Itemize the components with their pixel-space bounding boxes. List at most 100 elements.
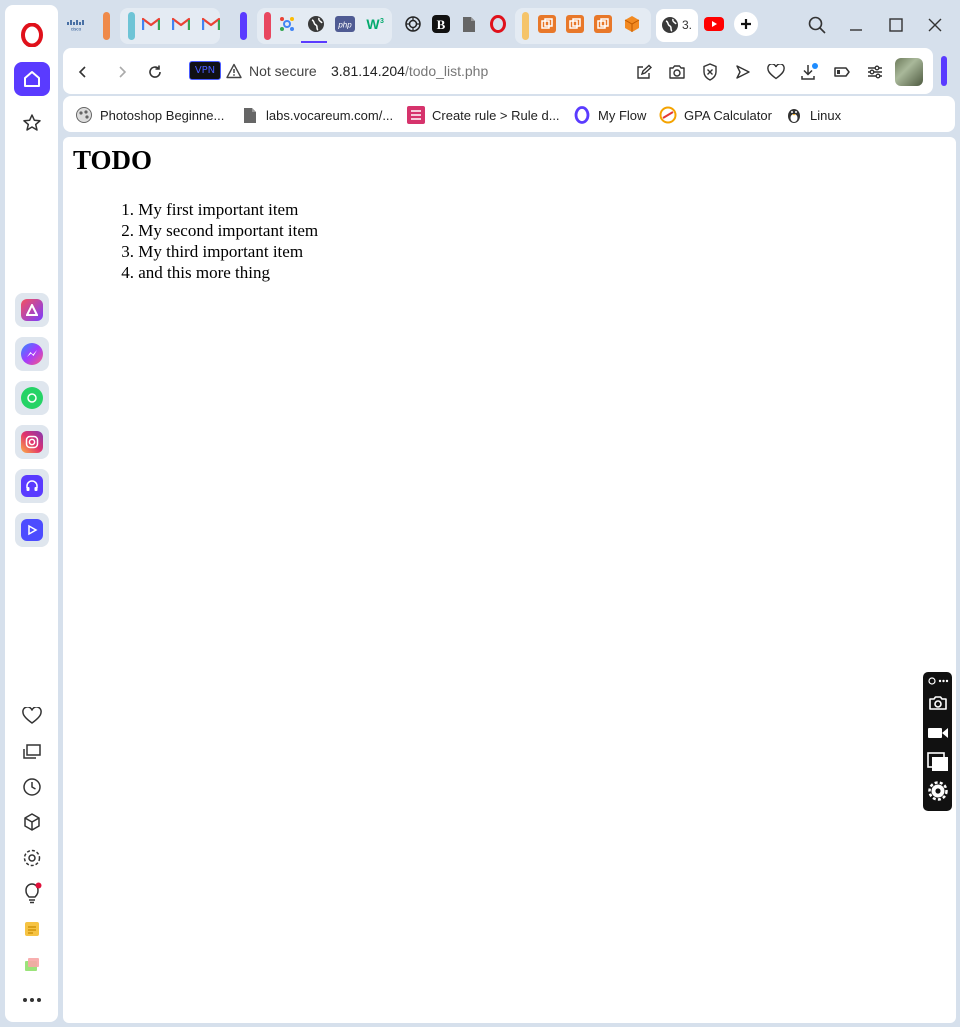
new-tab-plus-icon[interactable] xyxy=(734,12,758,36)
messenger-icon[interactable] xyxy=(15,337,49,371)
instagram-icon[interactable] xyxy=(15,425,49,459)
list-number: 2. xyxy=(121,221,134,240)
bookmark-label: labs.vocareum.com/... xyxy=(266,107,394,123)
svg-text:php: php xyxy=(337,21,352,30)
window-capture-icon[interactable] xyxy=(926,751,949,773)
tab-island-marker[interactable] xyxy=(240,12,247,40)
url-field[interactable]: 3.81.14.204/todo_list.php xyxy=(331,63,488,79)
easy-setup-icon[interactable] xyxy=(862,59,888,85)
tab-island-marker[interactable] xyxy=(128,12,135,40)
cube-icon[interactable] xyxy=(620,12,644,36)
w3schools-icon[interactable]: W3 xyxy=(362,12,386,36)
adblock-shield-icon[interactable] xyxy=(697,59,723,85)
snapshot-camera-icon[interactable] xyxy=(664,59,690,85)
favorite-heart-icon[interactable] xyxy=(763,59,789,85)
bookmark-create-rule[interactable]: Create rule > Rule d... xyxy=(407,105,560,125)
capture-toolbar xyxy=(923,672,952,811)
downloads-icon[interactable] xyxy=(796,59,822,85)
minimize-icon[interactable] xyxy=(841,12,871,38)
php-icon[interactable]: php xyxy=(333,12,357,36)
video-record-icon[interactable] xyxy=(926,722,949,744)
tab-island-marker[interactable] xyxy=(522,12,529,40)
bookmark-label: Create rule > Rule d... xyxy=(432,107,560,123)
bookmark-linux[interactable]: Linux xyxy=(785,105,841,125)
list-text: My third important item xyxy=(138,242,304,261)
tabs-icon[interactable] xyxy=(14,735,50,769)
screenshot-camera-icon[interactable] xyxy=(926,692,949,714)
gmail-icon[interactable] xyxy=(199,12,223,36)
svg-text:W: W xyxy=(366,16,380,32)
back-icon[interactable] xyxy=(70,59,96,85)
search-tabs-icon[interactable] xyxy=(802,12,832,38)
send-icon[interactable] xyxy=(730,59,756,85)
chatgpt-icon[interactable] xyxy=(401,12,425,36)
box-icon[interactable] xyxy=(535,12,559,36)
edit-page-icon[interactable] xyxy=(631,59,657,85)
forward-icon[interactable] xyxy=(109,59,135,85)
linux-icon xyxy=(785,106,803,124)
tab-island-marker[interactable] xyxy=(103,12,110,40)
whatsapp-icon[interactable] xyxy=(15,381,49,415)
bookmark-photoshop[interactable]: Photoshop Beginne... xyxy=(75,105,224,125)
bookmarks-bar: Photoshop Beginne... labs.vocareum.com/.… xyxy=(63,96,955,132)
bookmark-gpa-calculator[interactable]: GPA Calculator xyxy=(659,105,772,125)
profile-avatar[interactable] xyxy=(895,58,923,86)
url-path: /todo_list.php xyxy=(404,63,489,79)
box-icon[interactable] xyxy=(563,12,587,36)
active-tab-title: 3. xyxy=(682,18,693,32)
svg-text:3: 3 xyxy=(380,18,384,25)
music-player-icon[interactable] xyxy=(15,469,49,503)
vpn-badge[interactable]: VPN xyxy=(189,61,221,80)
page-icon xyxy=(241,106,259,124)
maximize-icon[interactable] xyxy=(881,12,911,38)
box-icon[interactable] xyxy=(591,12,615,36)
pinboard-icon[interactable] xyxy=(14,948,50,982)
capture-menu-icon[interactable] xyxy=(926,674,949,688)
lightbulb-icon[interactable] xyxy=(14,876,50,910)
heart-icon[interactable] xyxy=(14,699,50,733)
tab-island-marker[interactable] xyxy=(264,12,271,40)
gmail-icon[interactable] xyxy=(169,12,193,36)
page-icon[interactable] xyxy=(457,12,481,36)
more-menu-icon[interactable] xyxy=(14,983,50,1017)
colorful-icon[interactable] xyxy=(275,12,299,36)
b-icon[interactable]: B xyxy=(429,12,453,36)
home-icon[interactable] xyxy=(14,62,50,96)
extensions-cube-icon[interactable] xyxy=(14,805,50,839)
tab-strip: cisco php W3 B 3. xyxy=(62,4,960,44)
settings-gear-icon[interactable] xyxy=(14,841,50,875)
bookmark-vocareum[interactable]: labs.vocareum.com/... xyxy=(241,105,393,125)
opera-icon[interactable] xyxy=(486,12,510,36)
star-icon[interactable] xyxy=(14,106,50,140)
globe-icon xyxy=(658,13,682,37)
warning-icon[interactable] xyxy=(226,63,244,81)
reload-icon[interactable] xyxy=(142,59,168,85)
battery-saver-icon[interactable] xyxy=(829,59,855,85)
active-tab[interactable]: 3. xyxy=(656,9,698,42)
sidebar-toggle-accent[interactable] xyxy=(941,56,947,86)
address-toolbar: VPN Not secure 3.81.14.204/todo_list.php xyxy=(63,48,933,94)
bookmark-label: Photoshop Beginne... xyxy=(100,107,225,123)
list-item: 1. My first important item xyxy=(116,199,318,220)
opera-logo-icon[interactable] xyxy=(14,18,50,52)
todo-list: 1. My first important item 2. My second … xyxy=(116,199,318,283)
history-icon[interactable] xyxy=(14,770,50,804)
notes-icon[interactable] xyxy=(14,912,50,946)
web-page: TODO 1. My first important item 2. My se… xyxy=(63,137,956,1023)
bookmark-my-flow[interactable]: My Flow xyxy=(573,105,646,125)
capture-settings-gear-icon[interactable] xyxy=(926,780,949,802)
bookmark-label: Linux xyxy=(810,107,842,123)
security-status[interactable]: Not secure xyxy=(249,63,317,79)
flow-send-icon[interactable] xyxy=(15,513,49,547)
aria-icon[interactable] xyxy=(15,293,49,327)
youtube-icon[interactable] xyxy=(702,12,726,36)
close-window-icon[interactable] xyxy=(920,12,950,38)
page-title: TODO xyxy=(73,145,153,175)
url-host: 3.81.14.204 xyxy=(331,63,405,79)
opera-icon xyxy=(573,106,591,124)
cisco-icon[interactable]: cisco xyxy=(64,12,88,36)
gmail-icon[interactable] xyxy=(139,12,163,36)
svg-text:cisco: cisco xyxy=(71,27,82,32)
globe-icon[interactable] xyxy=(304,12,328,36)
list-text: My first important item xyxy=(138,200,299,219)
